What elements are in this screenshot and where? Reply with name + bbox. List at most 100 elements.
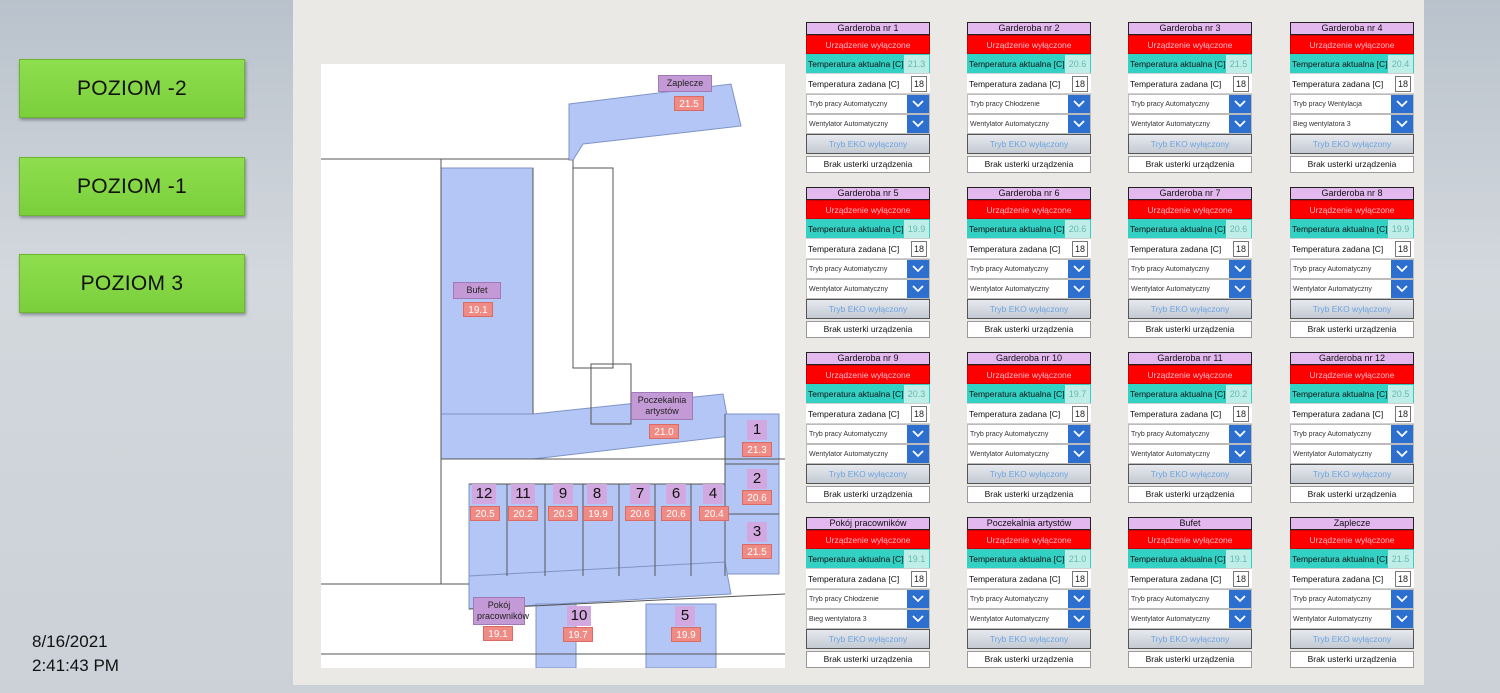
- device-status-button[interactable]: Urządzenie wyłączone: [1290, 200, 1414, 219]
- device-status-button[interactable]: Urządzenie wyłączone: [967, 365, 1091, 384]
- eco-mode-button[interactable]: Tryb EKO wyłączony: [1128, 464, 1252, 484]
- mode-select[interactable]: Tryb pracy Automatyczny: [806, 94, 930, 114]
- chevron-down-icon[interactable]: [907, 445, 929, 463]
- device-status-button[interactable]: Urządzenie wyłączone: [1128, 35, 1252, 54]
- fan-select[interactable]: Wentylator Automatyczny: [967, 279, 1091, 299]
- fan-select[interactable]: Wentylator Automatyczny: [967, 114, 1091, 134]
- temp-set-input[interactable]: 18: [1395, 75, 1411, 92]
- chevron-down-icon[interactable]: [1391, 610, 1413, 628]
- temp-set-input[interactable]: 18: [1072, 405, 1088, 422]
- chevron-down-icon[interactable]: [1068, 590, 1090, 608]
- eco-mode-button[interactable]: Tryb EKO wyłączony: [967, 299, 1091, 319]
- chevron-down-icon[interactable]: [1068, 95, 1090, 113]
- level-minus-2-button[interactable]: POZIOM -2: [19, 59, 245, 118]
- chevron-down-icon[interactable]: [907, 280, 929, 298]
- device-status-button[interactable]: Urządzenie wyłączone: [967, 35, 1091, 54]
- mode-select[interactable]: Tryb pracy Automatyczny: [1128, 424, 1252, 444]
- mode-select[interactable]: Tryb pracy Automatyczny: [1128, 94, 1252, 114]
- chevron-down-icon[interactable]: [1229, 610, 1251, 628]
- eco-mode-button[interactable]: Tryb EKO wyłączony: [1128, 134, 1252, 154]
- mode-select[interactable]: Tryb pracy Automatyczny: [806, 424, 930, 444]
- fan-select[interactable]: Wentylator Automatyczny: [1128, 444, 1252, 464]
- eco-mode-button[interactable]: Tryb EKO wyłączony: [967, 629, 1091, 649]
- fan-select[interactable]: Wentylator Automatyczny: [1128, 609, 1252, 629]
- eco-mode-button[interactable]: Tryb EKO wyłączony: [806, 134, 930, 154]
- eco-mode-button[interactable]: Tryb EKO wyłączony: [806, 464, 930, 484]
- chevron-down-icon[interactable]: [1391, 115, 1413, 133]
- eco-mode-button[interactable]: Tryb EKO wyłączony: [1290, 629, 1414, 649]
- chevron-down-icon[interactable]: [1391, 280, 1413, 298]
- device-status-button[interactable]: Urządzenie wyłączone: [806, 530, 930, 549]
- eco-mode-button[interactable]: Tryb EKO wyłączony: [806, 629, 930, 649]
- mode-select[interactable]: Tryb pracy Automatyczny: [806, 259, 930, 279]
- fan-select[interactable]: Wentylator Automatyczny: [1290, 444, 1414, 464]
- mode-select[interactable]: Tryb pracy Automatyczny: [1290, 424, 1414, 444]
- device-status-button[interactable]: Urządzenie wyłączone: [806, 365, 930, 384]
- fan-select[interactable]: Wentylator Automatyczny: [1290, 279, 1414, 299]
- eco-mode-button[interactable]: Tryb EKO wyłączony: [1290, 134, 1414, 154]
- temp-set-input[interactable]: 18: [911, 75, 927, 92]
- chevron-down-icon[interactable]: [1391, 95, 1413, 113]
- chevron-down-icon[interactable]: [907, 95, 929, 113]
- mode-select[interactable]: Tryb pracy Automatyczny: [967, 259, 1091, 279]
- eco-mode-button[interactable]: Tryb EKO wyłączony: [967, 134, 1091, 154]
- chevron-down-icon[interactable]: [1229, 280, 1251, 298]
- mode-select[interactable]: Tryb pracy Automatyczny: [1290, 589, 1414, 609]
- mode-select[interactable]: Tryb pracy Chłodzenie: [967, 94, 1091, 114]
- device-status-button[interactable]: Urządzenie wyłączone: [1290, 530, 1414, 549]
- temp-set-input[interactable]: 18: [1233, 75, 1249, 92]
- chevron-down-icon[interactable]: [1229, 95, 1251, 113]
- device-status-button[interactable]: Urządzenie wyłączone: [1290, 35, 1414, 54]
- chevron-down-icon[interactable]: [907, 425, 929, 443]
- level-minus-1-button[interactable]: POZIOM -1: [19, 157, 245, 216]
- fan-select[interactable]: Wentylator Automatyczny: [1128, 114, 1252, 134]
- chevron-down-icon[interactable]: [907, 590, 929, 608]
- chevron-down-icon[interactable]: [1068, 280, 1090, 298]
- fan-select[interactable]: Wentylator Automatyczny: [967, 444, 1091, 464]
- chevron-down-icon[interactable]: [907, 115, 929, 133]
- temp-set-input[interactable]: 18: [1072, 240, 1088, 257]
- chevron-down-icon[interactable]: [1068, 115, 1090, 133]
- eco-mode-button[interactable]: Tryb EKO wyłączony: [1128, 299, 1252, 319]
- fan-select[interactable]: Wentylator Automatyczny: [1290, 609, 1414, 629]
- chevron-down-icon[interactable]: [1068, 445, 1090, 463]
- chevron-down-icon[interactable]: [1391, 425, 1413, 443]
- fan-select[interactable]: Wentylator Automatyczny: [967, 609, 1091, 629]
- chevron-down-icon[interactable]: [1391, 445, 1413, 463]
- chevron-down-icon[interactable]: [1068, 425, 1090, 443]
- fan-select[interactable]: Bieg wentylatora 3: [806, 609, 930, 629]
- chevron-down-icon[interactable]: [1068, 610, 1090, 628]
- device-status-button[interactable]: Urządzenie wyłączone: [806, 35, 930, 54]
- fan-select[interactable]: Wentylator Automatyczny: [1128, 279, 1252, 299]
- temp-set-input[interactable]: 18: [1072, 570, 1088, 587]
- chevron-down-icon[interactable]: [1229, 115, 1251, 133]
- mode-select[interactable]: Tryb pracy Automatyczny: [967, 589, 1091, 609]
- temp-set-input[interactable]: 18: [911, 570, 927, 587]
- level-3-button[interactable]: POZIOM 3: [19, 254, 245, 313]
- mode-select[interactable]: Tryb pracy Automatyczny: [1290, 259, 1414, 279]
- device-status-button[interactable]: Urządzenie wyłączone: [1128, 530, 1252, 549]
- device-status-button[interactable]: Urządzenie wyłączone: [806, 200, 930, 219]
- chevron-down-icon[interactable]: [1229, 425, 1251, 443]
- temp-set-input[interactable]: 18: [1233, 570, 1249, 587]
- device-status-button[interactable]: Urządzenie wyłączone: [1128, 365, 1252, 384]
- temp-set-input[interactable]: 18: [911, 240, 927, 257]
- eco-mode-button[interactable]: Tryb EKO wyłączony: [967, 464, 1091, 484]
- chevron-down-icon[interactable]: [1068, 260, 1090, 278]
- device-status-button[interactable]: Urządzenie wyłączone: [967, 530, 1091, 549]
- mode-select[interactable]: Tryb pracy Automatyczny: [967, 424, 1091, 444]
- temp-set-input[interactable]: 18: [911, 405, 927, 422]
- chevron-down-icon[interactable]: [1229, 590, 1251, 608]
- mode-select[interactable]: Tryb pracy Automatyczny: [1128, 589, 1252, 609]
- fan-select[interactable]: Wentylator Automatyczny: [806, 444, 930, 464]
- eco-mode-button[interactable]: Tryb EKO wyłączony: [1128, 629, 1252, 649]
- fan-select[interactable]: Bieg wentylatora 3: [1290, 114, 1414, 134]
- mode-select[interactable]: Tryb pracy Chłodzenie: [806, 589, 930, 609]
- temp-set-input[interactable]: 18: [1395, 240, 1411, 257]
- temp-set-input[interactable]: 18: [1233, 240, 1249, 257]
- eco-mode-button[interactable]: Tryb EKO wyłączony: [1290, 464, 1414, 484]
- device-status-button[interactable]: Urządzenie wyłączone: [1290, 365, 1414, 384]
- mode-select[interactable]: Tryb pracy Automatyczny: [1128, 259, 1252, 279]
- device-status-button[interactable]: Urządzenie wyłączone: [967, 200, 1091, 219]
- temp-set-input[interactable]: 18: [1233, 405, 1249, 422]
